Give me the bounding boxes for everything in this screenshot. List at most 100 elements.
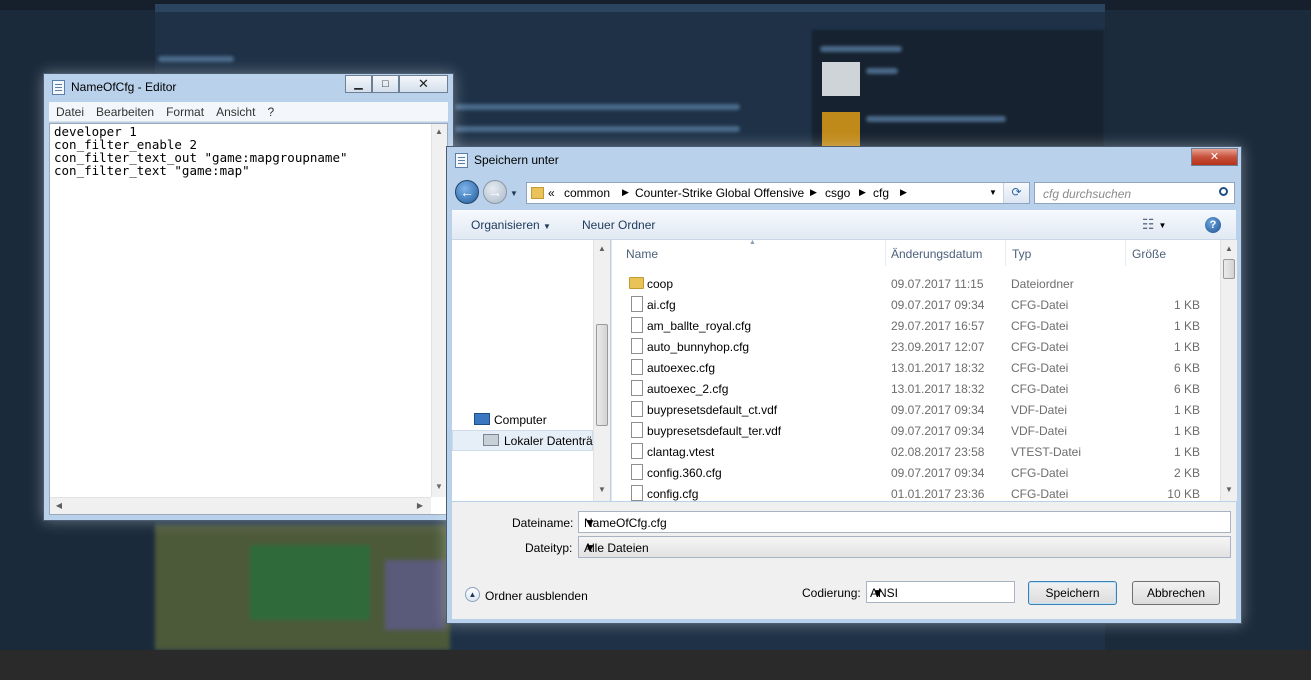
file-icon xyxy=(631,485,643,501)
forward-arrow-icon[interactable]: → xyxy=(483,180,507,204)
close-button[interactable]: ✕ xyxy=(1191,148,1238,166)
address-dropdown-icon[interactable]: ▼ xyxy=(989,188,997,197)
list-item[interactable]: buypresetsdefault_ter.vdf 09.07.2017 09:3… xyxy=(612,420,1220,441)
column-header-size[interactable]: Größe xyxy=(1126,240,1220,266)
chevron-up-icon[interactable]: ▲ xyxy=(465,587,480,602)
list-item[interactable]: buypresetsdefault_ct.vdf 09.07.2017 09:34… xyxy=(612,399,1220,420)
scrollbar-thumb[interactable] xyxy=(596,324,608,426)
menu-ansicht[interactable]: Ansicht xyxy=(209,102,260,119)
breadcrumb-separator-icon[interactable]: ▶ xyxy=(622,187,629,198)
file-icon xyxy=(631,338,643,354)
scroll-down-icon[interactable]: ▼ xyxy=(432,482,446,491)
file-list: Name ▲ Änderungsdatum Typ Größe coop 09.07… xyxy=(611,239,1237,501)
filetype-select[interactable]: Alle Dateien ▼ xyxy=(578,536,1231,558)
breadcrumb-csgo-root[interactable]: Counter-Strike Global Offensive xyxy=(635,186,804,200)
breadcrumb-cfg[interactable]: cfg xyxy=(873,186,889,200)
menu-datei[interactable]: Datei xyxy=(49,102,89,119)
cancel-button[interactable]: Abbrechen xyxy=(1132,581,1220,605)
menu-help[interactable]: ? xyxy=(260,102,279,119)
breadcrumb-overflow[interactable]: « xyxy=(548,186,555,200)
list-item[interactable]: auto_bunnyhop.cfg 23.09.2017 12:07 CFG-Dat… xyxy=(612,336,1220,357)
menu-bearbeiten[interactable]: Bearbeiten xyxy=(89,102,159,119)
scroll-up-icon[interactable]: ▲ xyxy=(595,244,609,253)
save-dialog-titlebar[interactable]: Speichern unter ✕ xyxy=(447,147,1241,171)
notepad-text-area[interactable]: developer 1 con_filter_enable 2 con_filt… xyxy=(49,123,448,515)
file-icon xyxy=(631,401,643,417)
list-item[interactable]: config.360.cfg 09.07.2017 09:34 CFG-Datei 2… xyxy=(612,462,1220,483)
notepad-content: developer 1 con_filter_enable 2 con_filt… xyxy=(54,125,348,177)
encoding-label: Codierung: xyxy=(802,586,861,600)
chevron-down-icon[interactable]: ▼ xyxy=(872,586,1010,600)
search-input[interactable]: cfg durchsuchen xyxy=(1034,182,1235,204)
filetype-label: Dateityp: xyxy=(525,541,573,555)
chevron-down-icon[interactable]: ▼ xyxy=(584,516,1226,530)
breadcrumb-separator-icon[interactable]: ▶ xyxy=(859,187,866,198)
nav-local-disk[interactable]: Lokaler Datenträg xyxy=(504,434,599,448)
dialog-bottom-panel: Dateiname: NameOfCfg.cfg ▼ Dateityp: All… xyxy=(452,502,1236,619)
hide-folders-button[interactable]: Ordner ausblenden xyxy=(485,589,588,603)
breadcrumb-separator-icon[interactable]: ▶ xyxy=(900,187,907,198)
minimize-button[interactable]: ▁ xyxy=(345,75,372,93)
list-item[interactable]: ai.cfg 09.07.2017 09:34 CFG-Datei 1 KB xyxy=(612,294,1220,315)
notepad-icon xyxy=(52,80,65,95)
nav-computer[interactable]: Computer xyxy=(494,413,547,427)
file-icon xyxy=(631,422,643,438)
save-dialog-title: Speichern unter xyxy=(474,153,559,167)
scroll-up-icon[interactable]: ▲ xyxy=(1222,244,1236,253)
dialog-toolbar: Organisieren ▼ Neuer Ordner ☷ ▼ ? xyxy=(452,210,1236,240)
search-icon[interactable] xyxy=(1219,187,1228,196)
list-item[interactable]: config.cfg 01.01.2017 23:36 CFG-Datei 10 KB xyxy=(612,483,1220,501)
scroll-left-icon[interactable]: ◀ xyxy=(52,501,66,510)
list-item[interactable]: clantag.vtest 02.08.2017 23:58 VTEST-Datei… xyxy=(612,441,1220,462)
view-options-icon[interactable]: ☷ ▼ xyxy=(1142,216,1166,233)
new-folder-button[interactable]: Neuer Ordner xyxy=(582,218,655,232)
refresh-icon[interactable]: ⟳ xyxy=(1003,183,1029,203)
computer-icon xyxy=(474,413,490,425)
sort-ascending-icon: ▲ xyxy=(749,239,756,246)
list-item[interactable]: autoexec.cfg 13.01.2017 18:32 CFG-Datei 6 K… xyxy=(612,357,1220,378)
list-item[interactable]: am_ballte_royal.cfg 29.07.2017 16:57 CFG-D… xyxy=(612,315,1220,336)
scroll-down-icon[interactable]: ▼ xyxy=(1222,485,1236,494)
file-icon xyxy=(631,317,643,333)
scroll-down-icon[interactable]: ▼ xyxy=(595,485,609,494)
column-header-type[interactable]: Typ xyxy=(1006,240,1126,266)
list-item[interactable]: coop 09.07.2017 11:15 Dateiordner xyxy=(612,273,1220,294)
file-icon xyxy=(631,296,643,312)
address-bar[interactable]: « common ▶ Counter-Strike Global Offensi… xyxy=(526,182,1030,204)
drive-icon xyxy=(483,434,499,446)
chevron-down-icon[interactable]: ▼ xyxy=(584,541,1226,555)
navpane-scrollbar[interactable]: ▲ ▼ xyxy=(593,240,610,501)
notepad-horizontal-scrollbar[interactable]: ◀ ▶ xyxy=(50,497,431,514)
menu-format[interactable]: Format xyxy=(159,102,209,119)
notepad-menubar: Datei Bearbeiten Format Ansicht? xyxy=(49,102,448,122)
column-header-date[interactable]: Änderungsdatum xyxy=(886,240,1006,266)
content-line: con_filter_text "game:map" xyxy=(54,163,250,178)
breadcrumb-common[interactable]: common xyxy=(564,186,610,200)
save-dialog: Speichern unter ✕ ← → ▼ « common ▶ Count… xyxy=(446,146,1242,624)
scrollbar-thumb[interactable] xyxy=(1223,259,1235,279)
file-icon xyxy=(631,359,643,375)
help-icon[interactable]: ? xyxy=(1205,217,1221,233)
save-button[interactable]: Speichern xyxy=(1028,581,1117,605)
scroll-right-icon[interactable]: ▶ xyxy=(413,501,427,510)
breadcrumb-separator-icon[interactable]: ▶ xyxy=(810,187,817,198)
folder-icon xyxy=(531,187,544,199)
notepad-title: NameOfCfg - Editor xyxy=(71,80,177,94)
column-header-name[interactable]: Name ▲ xyxy=(612,239,886,266)
file-list-scrollbar[interactable]: ▲ ▼ xyxy=(1220,240,1237,501)
dialog-icon xyxy=(455,153,468,168)
filename-input[interactable]: NameOfCfg.cfg ▼ xyxy=(578,511,1231,533)
notepad-titlebar[interactable]: NameOfCfg - Editor ▁ □ ✕ xyxy=(44,74,453,98)
recent-locations-chevron-icon[interactable]: ▼ xyxy=(510,189,518,198)
list-item[interactable]: autoexec_2.cfg 13.01.2017 18:32 CFG-Datei 6… xyxy=(612,378,1220,399)
chevron-down-icon: ▼ xyxy=(543,222,551,231)
scroll-up-icon[interactable]: ▲ xyxy=(432,127,446,136)
maximize-button[interactable]: □ xyxy=(372,75,399,93)
back-arrow-icon[interactable]: ← xyxy=(455,180,479,204)
organize-button[interactable]: Organisieren ▼ xyxy=(471,218,551,232)
close-button[interactable]: ✕ xyxy=(399,75,448,93)
encoding-select[interactable]: ANSI ▼ xyxy=(866,581,1015,603)
notepad-vertical-scrollbar[interactable]: ▲ ▼ xyxy=(431,124,447,497)
navigation-pane: Computer Lokaler Datenträg ▲ ▼ xyxy=(452,240,610,501)
breadcrumb-csgo[interactable]: csgo xyxy=(825,186,850,200)
